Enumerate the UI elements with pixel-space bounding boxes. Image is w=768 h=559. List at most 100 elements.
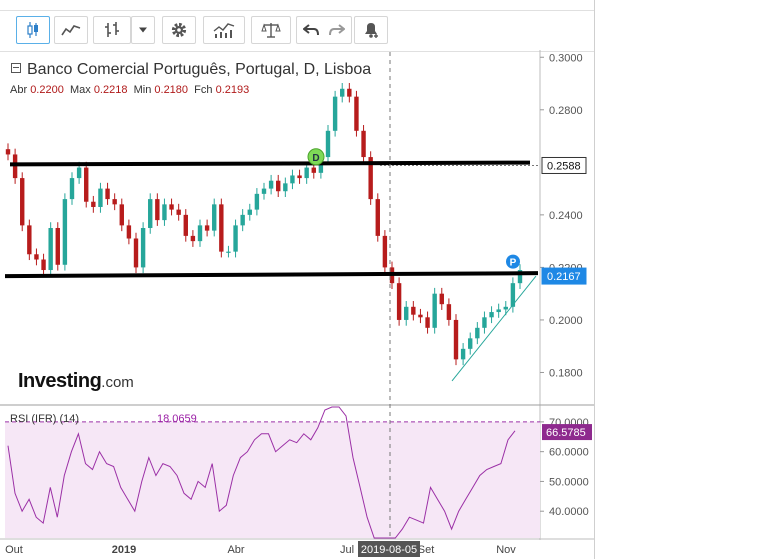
candle-body (197, 225, 203, 242)
candle-body (361, 130, 366, 158)
candle-body (148, 199, 153, 228)
candle-body (382, 235, 388, 268)
alert-button[interactable] (354, 16, 388, 44)
candle-body (190, 235, 196, 242)
candle-body (475, 327, 480, 339)
max-label: Max (69, 84, 91, 96)
candle-body (439, 293, 444, 305)
candle-body (69, 178, 75, 200)
candle-body (84, 167, 89, 202)
candle-body (446, 304, 452, 320)
candle-body (155, 199, 160, 221)
close-value: 0.2193 (215, 84, 250, 96)
alert-icon (365, 23, 378, 38)
x-tick-label: Out (5, 544, 23, 556)
candle-body (233, 225, 238, 252)
candle-body (212, 204, 217, 231)
candle-body (311, 167, 316, 173)
compare-button[interactable] (251, 16, 291, 44)
settings-button[interactable] (162, 16, 196, 44)
candle-body (34, 254, 39, 260)
candle-body (133, 238, 139, 268)
close-label: Fch (194, 84, 213, 96)
line-chart-icon (61, 25, 81, 36)
chart-type-dropdown[interactable] (131, 16, 155, 44)
price-y-tick-label: 0.3000 (549, 52, 583, 64)
candle-body (340, 88, 345, 97)
candle-body (404, 306, 409, 320)
candle-body (204, 225, 210, 231)
x-tick-label: Jul (340, 544, 354, 556)
price-badge-label: 0.2588 (547, 160, 581, 172)
rsi-y-tick-label: 60.0000 (549, 447, 589, 459)
investing-logo: Investing.com (18, 370, 134, 393)
candle-body (276, 180, 281, 192)
min-label: Min (133, 84, 152, 96)
min-value: 0.2180 (154, 84, 189, 96)
candlestick-icon (27, 22, 38, 38)
rsi-y-tick-label: 40.0000 (549, 506, 589, 518)
candle-body (62, 199, 68, 265)
price-badge-label: 0.2167 (547, 271, 581, 283)
candle-body (226, 251, 231, 253)
chart-toolbar (0, 10, 594, 52)
candle-body (119, 204, 124, 226)
candle-body (41, 259, 46, 271)
max-value: 0.2218 (93, 84, 128, 96)
line-chart-button[interactable] (54, 16, 88, 44)
candle-body (27, 225, 32, 255)
candle-body (105, 188, 110, 200)
x-tick-label: Set (418, 544, 435, 556)
redo-icon[interactable] (329, 23, 345, 37)
ohlc-readout: Abr 0.2200 Max 0.2218 Min 0.2180 Fch 0.2… (10, 84, 249, 96)
candle-body (76, 167, 82, 179)
x-tick-label: 2019 (112, 544, 136, 556)
candle-body (347, 88, 352, 97)
logo-suffix: .com (101, 374, 134, 391)
candle-body (112, 199, 117, 205)
indicators-icon (213, 23, 235, 38)
candle-body (20, 178, 25, 226)
bar-chart-button[interactable] (93, 16, 131, 44)
candle-body (411, 306, 416, 315)
dividend-marker-label: D (312, 153, 319, 164)
candle-body (140, 228, 146, 268)
candle-body (98, 188, 103, 207)
undo-icon[interactable] (303, 23, 319, 37)
candle-body (354, 96, 359, 131)
price-chart[interactable]: 0.30000.28000.24000.22000.20000.180070.0… (0, 50, 594, 559)
chart-title: Banco Comercial Português, Portugal, D, … (27, 61, 372, 78)
candle-body (126, 225, 132, 239)
open-value: 0.2200 (30, 84, 64, 96)
price-y-tick-label: 0.1800 (549, 367, 583, 379)
trendline (451, 275, 537, 382)
resistance-line (9, 160, 531, 167)
candle-body (425, 317, 430, 328)
candle-body (297, 175, 302, 179)
candle-body (261, 188, 267, 194)
candle-body (268, 180, 274, 189)
candle-body (468, 338, 473, 349)
price-y-tick-label: 0.2400 (549, 210, 583, 222)
candle-body (169, 204, 174, 210)
candle-body (55, 228, 60, 265)
candle-body (432, 293, 437, 328)
logo-main: Investing (18, 370, 102, 392)
candle-body (503, 306, 508, 310)
gear-icon (171, 22, 187, 38)
candle-body (183, 214, 188, 236)
candle-body (162, 204, 167, 221)
price-y-tick-label: 0.2800 (549, 105, 583, 117)
candle-body (418, 314, 423, 318)
candle-body (482, 317, 487, 328)
candle-body (219, 204, 224, 252)
collapse-pane-button[interactable] (11, 63, 21, 73)
candle-body (176, 209, 181, 215)
candlestick-button[interactable] (16, 16, 50, 44)
candle-body (283, 183, 288, 192)
rsi-badge-label: 66.5785 (546, 427, 586, 439)
rsi-value: 18.0659 (157, 413, 197, 425)
candle-body (240, 214, 245, 226)
indicators-button[interactable] (203, 16, 245, 44)
x-tick-label: Nov (496, 544, 516, 556)
